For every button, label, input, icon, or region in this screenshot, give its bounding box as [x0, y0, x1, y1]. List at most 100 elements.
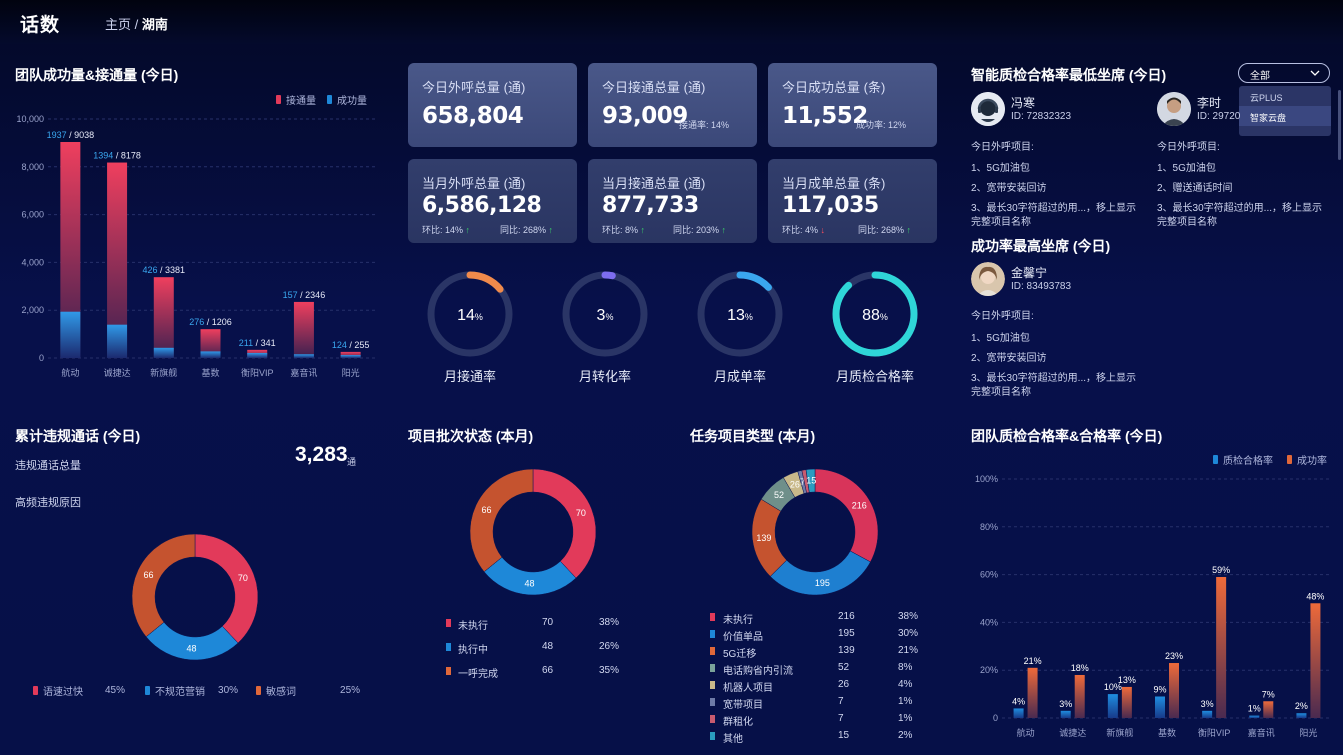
project-item[interactable]: 3、最长30字符超过的用...，移上显示 [971, 199, 1136, 214]
donut-value-label: 26 [790, 480, 800, 490]
brand-logo[interactable]: 话数 [20, 10, 60, 37]
donut-slice [194, 533, 259, 644]
agent-id: ID: 72832323 [1011, 111, 1072, 122]
arrow-up-icon: ↑ [465, 225, 471, 235]
list-item-pct: 4% [898, 679, 913, 690]
stat-card-daily-calls[interactable]: 今日外呼总量 (通) 658,804 [408, 63, 577, 147]
y-tick-label: 10,000 [16, 114, 44, 124]
yoy-text: 同比: 268% [858, 225, 905, 235]
gauge-number: 88 [862, 307, 880, 324]
gauge-label-order-rate: 月成单率 [713, 369, 766, 384]
violations-total-unit: 通 [347, 457, 357, 467]
avatar[interactable] [971, 92, 1005, 126]
success-value-label: 276 [189, 317, 204, 327]
arrow-up-icon: ↑ [721, 225, 727, 235]
stat-card-daily-connected[interactable]: 今日接通总量 (通) 93,009 接通率: 14% [588, 63, 757, 147]
bar-success [107, 324, 128, 358]
list-item-pct: 1% [898, 713, 913, 724]
legend-swatch [710, 664, 715, 672]
donut-value-label: 70 [238, 573, 248, 583]
stat-yoy: 同比: 268% ↑ [500, 223, 553, 236]
donut-value-label: 15 [806, 476, 816, 486]
panel-scrollbar[interactable] [1338, 90, 1341, 160]
stat-card-monthly-calls[interactable]: 当月外呼总量 (通) 6,586,128 环比: 14% ↑ 同比: 268% … [408, 159, 577, 243]
bar-data-label: 3% [1201, 699, 1214, 709]
bar-success [340, 355, 361, 358]
ring-text: 环比: 4% [782, 225, 819, 235]
stat-card-daily-success[interactable]: 今日成功总量 (条) 11,552 成功率: 12% [768, 63, 937, 147]
yoy-text: 同比: 268% [500, 225, 547, 235]
y-tick-label: 60% [980, 570, 998, 580]
bar-data-label: 276 / 1206 [189, 317, 232, 327]
list-item-pct: 38% [898, 611, 919, 622]
team-dropdown[interactable]: 全部 [1238, 63, 1330, 83]
list-item-pct: 21% [898, 645, 919, 656]
success-value-label: 426 [143, 265, 158, 275]
x-tick-label: 航动 [61, 367, 79, 378]
bar-success [153, 347, 174, 358]
stat-label: 今日外呼总量 (通) [422, 80, 526, 95]
bar-success-rate [1074, 674, 1085, 718]
list-item-label: 其他 [723, 734, 743, 745]
gauge-label-quality-rate: 月质检合格率 [835, 369, 914, 384]
stat-label: 当月外呼总量 (通) [422, 176, 526, 191]
list-item-count: 66 [542, 665, 554, 676]
bar-data-label: 18% [1071, 663, 1089, 673]
stat-value: 11,552 [782, 103, 868, 129]
project-item[interactable]: 3、最长30字符超过的用...，移上显示 [1157, 199, 1322, 214]
success-value-label: 124 [332, 340, 347, 350]
list-item-label: 未执行 [458, 621, 488, 632]
donut-value-label: 66 [143, 570, 153, 580]
legend-swatch [33, 686, 38, 695]
x-tick-label: 诚捷达 [1059, 727, 1086, 738]
legend-swatch [710, 698, 715, 706]
project-item[interactable]: 3、最长30字符超过的用...，移上显示 [971, 369, 1136, 384]
success-value-label: 211 [239, 338, 253, 348]
stat-value: 117,035 [782, 193, 879, 218]
avatar[interactable] [971, 262, 1005, 296]
x-tick-label: 衡阳VIP [1198, 727, 1231, 738]
bar-data-label: 13% [1118, 675, 1136, 685]
bar-success-rate [1027, 667, 1038, 718]
agent-id: ID: 29720 [1197, 111, 1241, 122]
x-tick-label: 基数 [201, 367, 219, 378]
legend-swatch-quality [1213, 455, 1218, 464]
x-tick-label: 衡阳VIP [241, 367, 274, 378]
bar-success [293, 354, 314, 358]
donut-slice [469, 468, 534, 573]
legend-swatch [710, 681, 715, 689]
legend-swatch [710, 715, 715, 723]
avatar[interactable] [1157, 92, 1191, 126]
legend-swatch [710, 647, 715, 655]
bar-success-rate [1263, 701, 1274, 718]
list-item-pct: 26% [599, 641, 620, 652]
list-item-pct: 8% [898, 662, 913, 673]
arrow-up-icon: ↑ [640, 225, 646, 235]
stat-value: 6,586,128 [422, 193, 542, 218]
bar-success-rate [1169, 663, 1179, 718]
stat-card-monthly-connected[interactable]: 当月接通总量 (通) 877,733 环比: 8% ↑ 同比: 203% ↑ [588, 159, 757, 243]
y-tick-label: 6,000 [21, 210, 44, 220]
dropdown-option[interactable]: 智家云盘 [1239, 106, 1331, 126]
project-item: 完整项目名称 [971, 217, 1031, 228]
task-types-donut-chart: 2161951395226 7 15 [751, 468, 879, 596]
legend-swatch-connected [276, 95, 281, 104]
bar-data-label: 1937 / 9038 [47, 130, 95, 140]
bar-data-label: 3% [1059, 699, 1072, 709]
project-item: 完整项目名称 [971, 387, 1031, 398]
bar-data-label: 426 / 3381 [143, 265, 186, 275]
bar-data-label: 2% [1295, 701, 1308, 711]
dropdown-option[interactable]: 云PLUS [1239, 86, 1331, 106]
stat-card-monthly-orders[interactable]: 当月成单总量 (条) 117,035 环比: 4% ↓ 同比: 268% ↑ [768, 159, 937, 243]
gauge-unit: % [745, 312, 753, 322]
gauge-number: 3 [597, 307, 606, 324]
yoy-text: 同比: 203% [673, 225, 720, 235]
y-tick-label: 80% [980, 522, 998, 532]
list-item-label: 价值单品 [723, 632, 763, 643]
bar-quality-rate [1155, 696, 1165, 718]
breadcrumb-home[interactable]: 主页 [105, 17, 131, 32]
gauge-number: 14 [457, 307, 475, 324]
agent-name: 冯寒 [1011, 96, 1036, 110]
breadcrumb-current: 湖南 [141, 17, 168, 32]
legend-swatch [710, 613, 715, 621]
